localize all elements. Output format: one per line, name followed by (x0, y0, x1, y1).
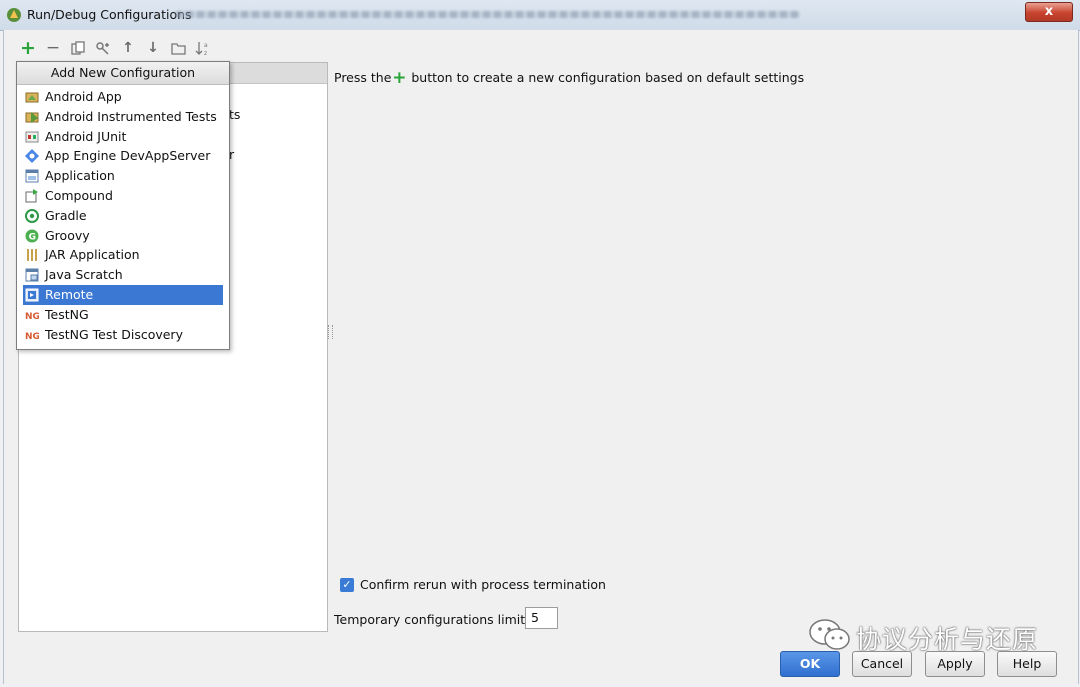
hint-text-before: Press the (334, 70, 392, 85)
temp-config-limit-input[interactable]: 5 (525, 607, 558, 629)
menu-item-label: Remote (45, 286, 94, 302)
application-icon (25, 169, 39, 183)
svg-text:NG: NG (25, 332, 39, 342)
menu-item-label: Compound (45, 187, 113, 203)
ok-button[interactable]: OK (780, 651, 840, 677)
folder-icon[interactable] (168, 38, 188, 58)
add-icon: + (392, 68, 407, 88)
menu-item-label: TestNG Test Discovery (45, 326, 183, 342)
menu-item-label: Gradle (45, 207, 87, 223)
testng-icon: NG (25, 312, 39, 322)
remove-icon[interactable]: − (43, 38, 63, 58)
testng-discovery-icon: NG (25, 332, 39, 342)
menu-item-app-engine-devappserver[interactable]: App Engine DevAppServer (23, 146, 223, 166)
app-icon (7, 8, 21, 22)
menu-item-label: Application (45, 168, 115, 184)
remote-icon (25, 288, 39, 302)
android-junit-icon (25, 131, 39, 143)
menu-item-label: Android JUnit (45, 128, 127, 144)
compound-icon (25, 188, 38, 203)
sort-icon[interactable]: az (193, 38, 213, 58)
move-up-icon[interactable]: ↑ (118, 38, 138, 58)
menu-item-gradle[interactable]: Gradle (23, 206, 223, 226)
close-button[interactable]: x (1025, 2, 1073, 22)
menu-item-android-junit[interactable]: Android JUnit (23, 127, 223, 147)
menu-item-label: TestNG (45, 306, 89, 322)
menu-item-testng[interactable]: NG TestNG (23, 305, 223, 325)
edit-defaults-icon[interactable] (93, 38, 113, 58)
menu-item-compound[interactable]: Compound (23, 186, 223, 206)
groovy-icon: G (25, 229, 39, 243)
android-app-icon (25, 92, 39, 103)
menu-item-jar-application[interactable]: JAR Application (23, 245, 223, 265)
svg-text:a: a (204, 42, 208, 49)
jar-icon (27, 249, 37, 262)
java-scratch-icon (25, 268, 39, 282)
menu-item-android-instrumented-tests[interactable]: Android Instrumented Tests (23, 107, 223, 127)
title-bar: Run/Debug Configurations x (0, 0, 1080, 31)
menu-item-remote[interactable]: Remote (23, 284, 223, 305)
menu-item-label: JAR Application (45, 247, 140, 263)
svg-text:G: G (29, 232, 36, 242)
help-button[interactable]: Help (997, 651, 1057, 677)
splitter-handle[interactable] (328, 325, 333, 339)
menu-item-application[interactable]: Application (23, 166, 223, 186)
popup-title: Add New Configuration (17, 62, 229, 85)
menu-item-java-scratch[interactable]: Java Scratch (23, 265, 223, 285)
menu-item-label: Android App (45, 89, 122, 104)
confirm-rerun-checkbox[interactable]: ✓ (340, 578, 354, 592)
android-tests-icon (25, 111, 39, 123)
add-configuration-popup: Add New Configuration Android App Androi… (16, 61, 230, 350)
configuration-type-list: Android App Android Instrumented Tests A… (23, 87, 223, 344)
temp-config-limit-label: Temporary configurations limit: (334, 612, 530, 627)
wechat-icon (809, 619, 850, 650)
apply-button[interactable]: Apply (925, 651, 985, 677)
svg-text:z: z (204, 50, 207, 56)
gradle-icon (25, 208, 39, 223)
tree-text-fragment: ts (229, 107, 241, 122)
menu-item-testng-test-discovery[interactable]: NG TestNG Test Discovery (23, 325, 223, 345)
copy-icon[interactable] (68, 38, 88, 58)
svg-text:NG: NG (25, 312, 39, 322)
menu-item-label: Java Scratch (45, 267, 123, 283)
blurred-title-path (175, 11, 800, 18)
menu-item-groovy[interactable]: G Groovy (23, 226, 223, 246)
menu-item-label: Android Instrumented Tests (45, 108, 217, 124)
menu-item-android-app[interactable]: Android App (23, 87, 223, 107)
empty-state-hint: Press the+ button to create a new config… (334, 68, 804, 88)
move-down-icon[interactable]: ↓ (143, 38, 163, 58)
menu-item-label: Groovy (45, 227, 90, 243)
cancel-button[interactable]: Cancel (852, 651, 912, 677)
window-title: Run/Debug Configurations (27, 7, 192, 22)
add-icon[interactable]: + (18, 38, 38, 58)
app-engine-icon (25, 149, 39, 164)
hint-text-after: button to create a new configuration bas… (407, 70, 805, 85)
confirm-rerun-label: Confirm rerun with process termination (360, 577, 606, 592)
menu-item-label: App Engine DevAppServer (45, 148, 211, 164)
